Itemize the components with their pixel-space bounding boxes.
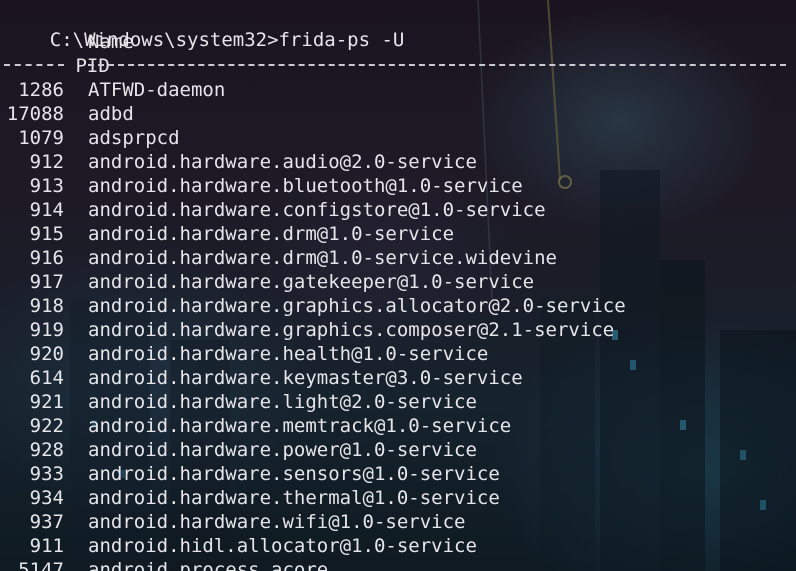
process-pid: 916 (29, 247, 64, 269)
process-pid: 934 (29, 487, 64, 509)
process-pid: 918 (29, 295, 64, 317)
process-pid: 912 (29, 151, 64, 173)
process-name: android.hardware.sensors@1.0-service (88, 463, 500, 485)
process-name: adsprpcd (88, 127, 180, 149)
process-row: 916 android.hardware.drm@1.0-service.wide… (4, 246, 557, 270)
process-pid: 937 (29, 511, 64, 533)
process-row: 920 android.hardware.health@1.0-service (4, 342, 489, 366)
pid-column-header: PID (75, 55, 110, 77)
process-row: 919 android.hardware.graphics.composer@2.… (4, 318, 615, 342)
process-pid: 17088 (6, 103, 64, 125)
process-pid: 920 (29, 343, 64, 365)
process-row: 917 android.hardware.gatekeeper@1.0-servi… (4, 270, 534, 294)
process-row: 1079 adsprpcd (4, 126, 179, 150)
process-pid: 914 (29, 199, 64, 221)
process-name: android.hardware.configstore@1.0-service (88, 199, 546, 221)
process-row: 1286 ATFWD-daemon (4, 78, 225, 102)
process-pid: 922 (29, 415, 64, 437)
process-name: android.hardware.power@1.0-service (88, 439, 477, 461)
process-name: android.hardware.drm@1.0-service (88, 223, 455, 245)
process-pid: 933 (29, 463, 64, 485)
process-name: android.hardware.drm@1.0-service.widevin… (88, 247, 557, 269)
process-name: ATFWD-daemon (88, 79, 226, 101)
process-row: 914 android.hardware.configstore@1.0-serv… (4, 198, 546, 222)
process-name: android.hardware.graphics.composer@2.1-s… (88, 319, 615, 341)
process-row: 912 android.hardware.audio@2.0-service (4, 150, 477, 174)
process-row: 928 android.hardware.power@1.0-service (4, 438, 477, 462)
process-row: 934 android.hardware.thermal@1.0-service (4, 486, 500, 510)
process-pid: 913 (29, 175, 64, 197)
process-pid: 1079 (18, 127, 64, 149)
process-row: 921 android.hardware.light@2.0-service (4, 390, 477, 414)
process-row: 17088 adbd (4, 102, 134, 126)
process-name: android.hardware.memtrack@1.0-service (88, 415, 512, 437)
process-name: android.hardware.wifi@1.0-service (88, 511, 466, 533)
process-name: android.hardware.graphics.allocator@2.0-… (88, 295, 626, 317)
process-row: 5147 android.process.acore (4, 558, 328, 571)
process-pid: 917 (29, 271, 64, 293)
terminal-output[interactable]: C:\Windows\system32>frida-ps -U PID Name… (0, 0, 796, 571)
process-row: 918 android.hardware.graphics.allocator@2… (4, 294, 626, 318)
command-prompt-line: C:\Windows\system32>frida-ps -U (4, 4, 405, 51)
process-pid: 919 (29, 319, 64, 341)
process-name: android.process.acore (88, 559, 329, 571)
process-pid: 911 (29, 535, 64, 557)
process-name: android.hardware.bluetooth@1.0-service (88, 175, 523, 197)
name-column-header: Name (88, 31, 134, 53)
process-name: android.hardware.keymaster@3.0-service (88, 367, 523, 389)
column-header-row: PID Name (4, 30, 133, 77)
process-name: android.hidl.allocator@1.0-service (88, 535, 477, 557)
process-name: adbd (88, 103, 134, 125)
process-row: 911 android.hidl.allocator@1.0-service (4, 534, 477, 558)
process-name: android.hardware.health@1.0-service (88, 343, 489, 365)
process-pid: 614 (29, 367, 64, 389)
process-row: 933 android.hardware.sensors@1.0-service (4, 462, 500, 486)
process-pid: 928 (29, 439, 64, 461)
process-name: android.hardware.gatekeeper@1.0-service (88, 271, 535, 293)
process-name: android.hardware.light@2.0-service (88, 391, 477, 413)
process-row: 922 android.hardware.memtrack@1.0-service (4, 414, 512, 438)
process-pid: 5147 (18, 559, 64, 571)
process-row: 913 android.hardware.bluetooth@1.0-servic… (4, 174, 523, 198)
process-pid: 1286 (18, 79, 64, 101)
process-pid: 915 (29, 223, 64, 245)
process-row: 937 android.hardware.wifi@1.0-service (4, 510, 466, 534)
pid-separator (4, 64, 64, 66)
process-name: android.hardware.audio@2.0-service (88, 151, 477, 173)
process-row: 614 android.hardware.keymaster@3.0-servic… (4, 366, 523, 390)
name-separator (88, 64, 786, 66)
process-row: 915 android.hardware.drm@1.0-service (4, 222, 454, 246)
process-name: android.hardware.thermal@1.0-service (88, 487, 500, 509)
process-pid: 921 (29, 391, 64, 413)
